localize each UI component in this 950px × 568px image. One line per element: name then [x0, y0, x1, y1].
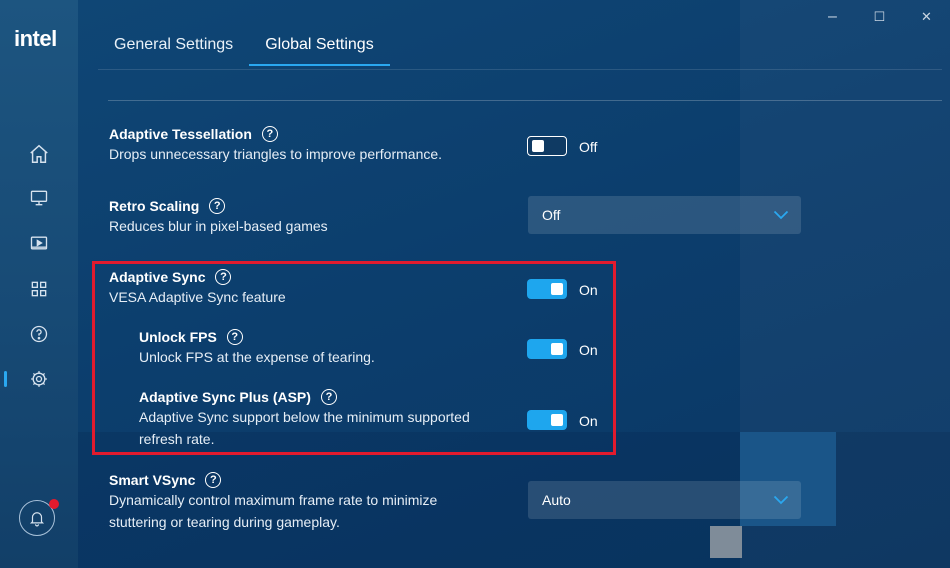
grid-icon[interactable] [27, 277, 51, 301]
select-value: Auto [542, 492, 571, 508]
maximize-button[interactable]: ☐ [856, 0, 903, 34]
close-button[interactable]: ✕ [903, 0, 950, 34]
sidebar: intel [0, 0, 78, 568]
toggle-knob [532, 139, 544, 152]
adaptive-tessellation-title: Adaptive Tessellation ? [109, 126, 278, 142]
active-nav-indicator [4, 371, 7, 387]
setting-title-text: Smart VSync [109, 472, 196, 488]
intel-logo: intel [14, 26, 57, 51]
smart-vsync-title: Smart VSync ? [109, 472, 222, 488]
adaptive-tessellation-desc: Drops unnecessary triangles to improve p… [109, 146, 443, 162]
retro-scaling-desc: Reduces blur in pixel-based games [109, 218, 328, 234]
notification-alert-dot [49, 499, 59, 509]
main-panel: – ☐ ✕ General Settings Global Settings A… [78, 0, 950, 568]
desc-line: stuttering or tearing during gameplay. [109, 514, 340, 530]
video-icon[interactable] [27, 231, 51, 255]
highlight-box [92, 261, 616, 455]
home-icon[interactable] [27, 142, 51, 166]
smart-vsync-select[interactable]: Auto [528, 481, 801, 519]
select-value: Off [542, 207, 561, 223]
help-icon[interactable]: ? [205, 472, 222, 488]
adaptive-tessellation-state: Off [579, 139, 598, 155]
section-divider [108, 100, 942, 101]
chevron-down-icon [773, 210, 789, 220]
settings-tabs: General Settings Global Settings [98, 32, 390, 66]
desc-line: Dynamically control maximum frame rate t… [109, 492, 438, 508]
background-square [710, 526, 742, 558]
chevron-down-icon [773, 495, 789, 505]
help-icon[interactable]: ? [261, 126, 278, 142]
adaptive-tessellation-toggle[interactable] [527, 136, 567, 156]
setting-title-text: Retro Scaling [109, 198, 200, 214]
minimize-button[interactable]: – [809, 0, 856, 34]
retro-scaling-select[interactable]: Off [528, 196, 801, 234]
help-icon[interactable]: ? [209, 198, 226, 214]
smart-vsync-desc: Dynamically control maximum frame rate t… [109, 489, 437, 533]
monitor-icon[interactable] [27, 186, 51, 210]
gear-icon[interactable] [27, 367, 51, 391]
window-controls: – ☐ ✕ [809, 0, 950, 34]
tab-general-settings[interactable]: General Settings [98, 32, 249, 66]
setting-title-text: Adaptive Tessellation [109, 126, 252, 142]
bell-icon [29, 512, 45, 527]
tab-divider [98, 69, 942, 70]
tab-global-settings[interactable]: Global Settings [249, 32, 390, 66]
retro-scaling-title: Retro Scaling ? [109, 198, 226, 214]
help-icon[interactable] [27, 322, 51, 346]
